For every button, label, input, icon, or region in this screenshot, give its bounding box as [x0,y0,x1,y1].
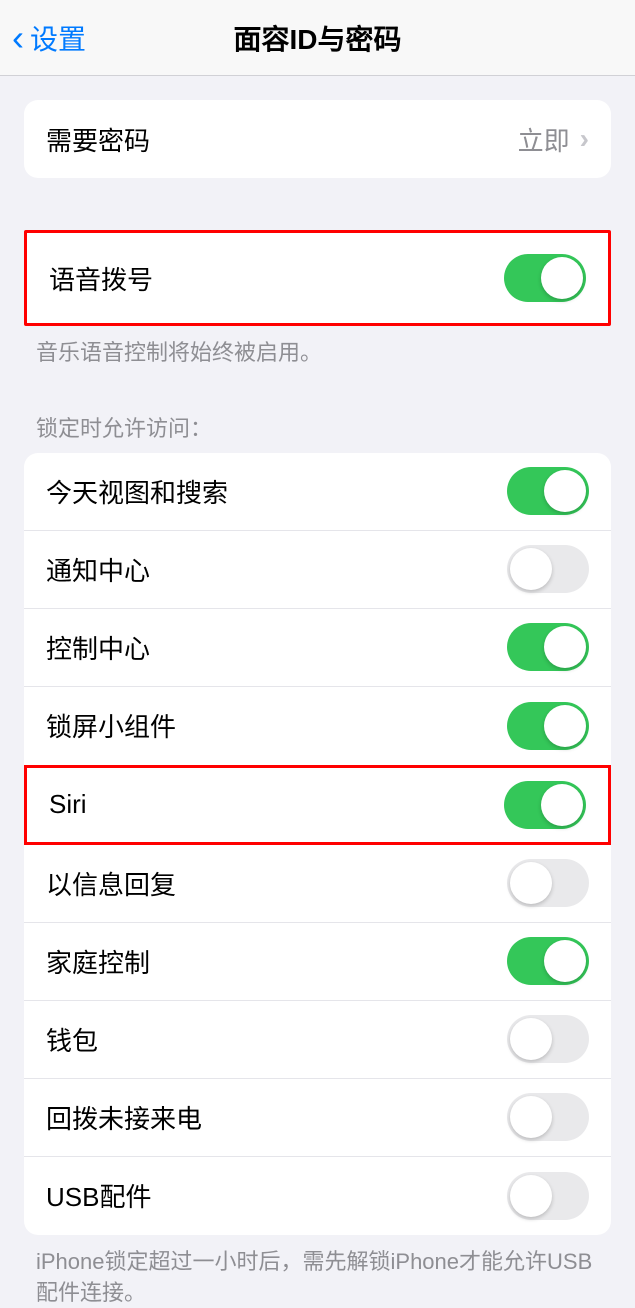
page-title: 面容ID与密码 [0,18,635,58]
require-passcode-row[interactable]: 需要密码 立即 › [24,100,611,178]
lock-access-footer: iPhone锁定超过一小时后，需先解锁iPhone才能允许USB配件连接。 [0,1235,635,1308]
lock-access-label: 今天视图和搜索 [46,473,507,510]
lock-access-label: 控制中心 [46,629,507,666]
lock-access-row-callback: 回拨未接来电 [24,1079,611,1157]
lock-access-row-control: 控制中心 [24,609,611,687]
lockscreen-widgets-toggle[interactable] [507,702,589,750]
siri-highlight: Siri [24,765,611,845]
require-passcode-label: 需要密码 [46,121,518,158]
siri-toggle[interactable] [504,781,586,829]
lock-access-header: 锁定时允许访问： [0,411,635,453]
today-view-toggle[interactable] [507,467,589,515]
voice-dial-row: 语音拨号 [27,233,608,323]
lock-access-row-siri: Siri [27,768,608,842]
back-button[interactable]: ‹ 设置 [0,18,86,58]
voice-dial-toggle[interactable] [504,254,586,302]
chevron-left-icon: ‹ [12,20,24,56]
lock-access-group-bottom: 以信息回复 家庭控制 钱包 回拨未接来电 USB配件 [24,845,611,1235]
lock-access-label: 回拨未接来电 [46,1099,507,1136]
lock-access-row-home: 家庭控制 [24,923,611,1001]
wallet-toggle[interactable] [507,1015,589,1063]
notification-center-toggle[interactable] [507,545,589,593]
lock-access-label: USB配件 [46,1177,507,1214]
lock-access-row-usb: USB配件 [24,1157,611,1235]
lock-access-row-reply: 以信息回复 [24,845,611,923]
control-center-toggle[interactable] [507,623,589,671]
lock-access-row-today: 今天视图和搜索 [24,453,611,531]
nav-bar: ‹ 设置 面容ID与密码 [0,0,635,76]
return-call-toggle[interactable] [507,1093,589,1141]
passcode-group: 需要密码 立即 › [24,100,611,178]
chevron-right-icon: › [580,123,589,155]
reply-message-toggle[interactable] [507,859,589,907]
home-control-toggle[interactable] [507,937,589,985]
lock-access-row-notification: 通知中心 [24,531,611,609]
lock-access-label: 锁屏小组件 [46,707,507,744]
usb-accessories-toggle[interactable] [507,1172,589,1220]
voice-dial-footer: 音乐语音控制将始终被启用。 [0,326,635,369]
lock-access-label: Siri [49,789,504,820]
require-passcode-value: 立即 [518,121,570,158]
lock-access-group-top: 今天视图和搜索 通知中心 控制中心 锁屏小组件 [24,453,611,765]
back-label: 设置 [30,18,86,58]
lock-access-row-widgets: 锁屏小组件 [24,687,611,765]
lock-access-label: 通知中心 [46,551,507,588]
lock-access-label: 家庭控制 [46,943,507,980]
voice-dial-label: 语音拨号 [49,260,504,297]
voice-dial-highlight: 语音拨号 [24,230,611,326]
lock-access-label: 以信息回复 [46,865,507,902]
lock-access-row-wallet: 钱包 [24,1001,611,1079]
lock-access-label: 钱包 [46,1021,507,1058]
